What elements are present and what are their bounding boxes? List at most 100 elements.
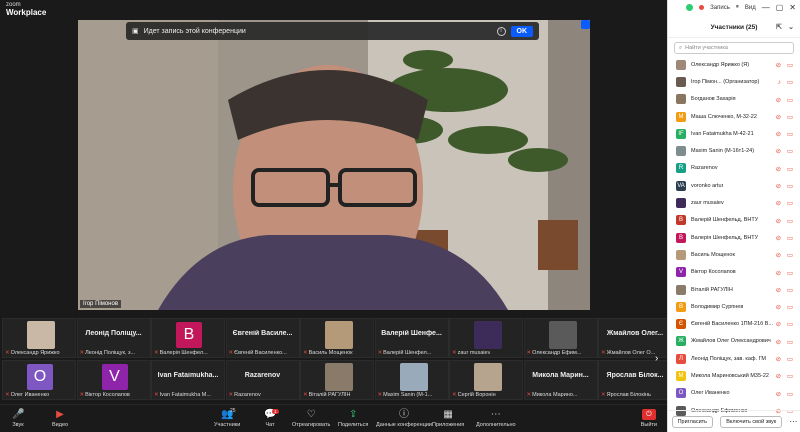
gallery-tile[interactable]: Леонід Поліщу... ✕Леонід Поліщук, з...	[76, 318, 151, 358]
participant-name: Олександр Ярижко (Я)	[691, 61, 750, 68]
share-button[interactable]: ⇪ Поделиться	[338, 409, 368, 428]
recording-label: Запись	[710, 4, 730, 11]
panel-header: Участники (25) ⇱ ⌄	[668, 18, 800, 38]
participant-row[interactable]: Л Леонід Поліщук, зав. каф. ГМ ⊘ ▭	[668, 350, 800, 367]
participant-avatar: R	[676, 163, 686, 174]
gallery-tile[interactable]: Ярослав Білок... ✕Ярослав Білокінь	[598, 360, 672, 400]
participant-search-input[interactable]: ⌕ Найти участника	[674, 42, 794, 54]
gallery-tile[interactable]: ✕Сергій Воронін	[449, 360, 523, 400]
participant-row[interactable]: М Микола Мариновський М35-22 ⊘ ▭	[668, 367, 800, 384]
meeting-info-button[interactable]: ⓘ Данные конференции	[376, 409, 432, 428]
chevron-down-icon[interactable]: ⌄	[788, 23, 794, 31]
participant-avatar: V	[101, 364, 128, 390]
participant-row[interactable]: Ж Жмайлов Олег Олександрович ⊘ ▭	[668, 333, 800, 350]
gallery-tile[interactable]: ✕Maxim Sanin (М-1...	[374, 360, 449, 400]
mic-camera-status-icon: ⊘ ▭	[775, 356, 795, 364]
gallery-tile[interactable]: Жмайлов Олег... ✕Жмайлов Олег О...	[598, 318, 672, 358]
participant-name: Олег Иваненко	[691, 390, 730, 397]
unmute-self-button[interactable]: Включить свой звук	[720, 415, 783, 428]
close-window-icon[interactable]: ✕	[789, 3, 796, 12]
react-button[interactable]: ♡ Отреагировать	[292, 409, 330, 428]
participant-name: Razarenov	[691, 165, 718, 172]
tile-name: Жмайлов Олег О...	[606, 350, 656, 356]
participant-row[interactable]: Василь Мощенок ⊘ ▭	[668, 246, 800, 263]
main-video[interactable]: Ігор Пімонов	[78, 20, 590, 310]
participant-row[interactable]: В Валерій Шенфельд, ВНТУ ⊘ ▭	[668, 212, 800, 229]
recording-ok-button[interactable]: OK	[510, 25, 533, 37]
participant-row[interactable]: zaur musaiev ⊘ ▭	[668, 194, 800, 211]
participant-row[interactable]: Є Євгеній Василенко 1ПМ-21б В... ⊘ ▭	[668, 315, 800, 332]
apps-button[interactable]: ▦ Приложения	[432, 409, 464, 428]
maximize-icon[interactable]: ▢	[776, 3, 784, 12]
participant-row[interactable]: В Валерія Шенфельд, ВНТУ ⊘ ▭	[668, 229, 800, 246]
participant-name: Валерій Шенфельд, ВНТУ	[691, 217, 759, 224]
participant-display-name: Євгеній Василе...	[232, 330, 293, 337]
participant-row[interactable]: VA voronko artur ⊘ ▭	[668, 177, 800, 194]
view-label[interactable]: Вид	[745, 5, 756, 11]
info-icon[interactable]: i	[496, 26, 506, 36]
leave-button[interactable]: ⏻ Выйти	[641, 409, 657, 428]
gallery-tile[interactable]: V ✕Віктор Косолапов	[76, 360, 151, 400]
gallery-tile[interactable]: ✕Олександр Ефим...	[523, 318, 598, 358]
mic-muted-icon: ✕	[601, 392, 606, 398]
gallery-tile[interactable]: Ivan Fataimukha... ✕Ivan Fataimukha M...	[151, 360, 225, 400]
participant-row[interactable]: Ігор Пімон... (Организатор) ♪ ▭	[668, 73, 800, 90]
more-options-icon[interactable]: ⋯	[789, 417, 797, 426]
video-button[interactable]: ▶ Видео	[52, 409, 68, 428]
gallery-tile[interactable]: О ✕Олег Иваненко	[2, 360, 76, 400]
pause-icon[interactable]: ⏸	[736, 4, 739, 11]
participants-button[interactable]: 👥 25 Участники	[214, 408, 240, 428]
search-placeholder: Найти участника	[685, 45, 728, 51]
participant-row[interactable]: О Олег Иваненко ⊘ ▭	[668, 385, 800, 402]
participant-row[interactable]: V Віктор Косолапов ⊘ ▭	[668, 264, 800, 281]
gallery-tile[interactable]: ✕zaur musaiev	[449, 318, 523, 358]
mic-camera-status-icon: ⊘ ▭	[775, 338, 795, 346]
participant-avatar	[676, 59, 686, 70]
gallery-tile[interactable]: Євгеній Василе... ✕Євгеній Василенко...	[225, 318, 300, 358]
gallery-tile[interactable]: ✕Олександр Ярижко	[2, 318, 76, 358]
participant-row[interactable]: Maxim Sanin (М-16т1-24) ⊘ ▭	[668, 142, 800, 159]
participant-row[interactable]: Віталій РАГУЛІН ⊘ ▭	[668, 281, 800, 298]
chat-button[interactable]: 💬 1 Чат	[264, 409, 279, 428]
tile-name-tag: ✕Сергій Воронін	[452, 392, 496, 398]
tile-name: Валерія Шенфел...	[159, 350, 208, 356]
zoom-window: zoom Workplace Ігор Пімонов ▣ Идет запис…	[0, 0, 800, 432]
gallery-tile[interactable]: Валерій Шенфе... ✕Валерій Шенфел...	[374, 318, 449, 358]
mic-muted-icon: ✕	[154, 392, 159, 398]
mic-muted-icon: ✕	[303, 350, 308, 356]
participant-avatar: В	[176, 322, 202, 348]
participant-row[interactable]: IF Ivan Fataimukha M-42-21 ⊘ ▭	[668, 125, 800, 142]
participant-name: Богданов Захарія	[691, 96, 736, 103]
participant-row[interactable]: Олександр Ярижко (Я) ⊘ ▭	[668, 56, 800, 73]
participant-avatar: IF	[676, 128, 686, 139]
more-button[interactable]: ⋯ Дополнительно	[476, 409, 516, 428]
popout-icon[interactable]: ⇱	[776, 23, 782, 31]
gallery-tile[interactable]: В ✕Валерія Шенфел...	[151, 318, 225, 358]
participant-row[interactable]: R Razarenov ⊘ ▭	[668, 160, 800, 177]
tile-name: Ivan Fataimukha M...	[159, 392, 211, 398]
participants-count: 25	[230, 408, 236, 414]
participant-name: Леонід Поліщук, зав. каф. ГМ	[691, 355, 767, 362]
participant-avatar: М	[676, 370, 686, 381]
tile-name-tag: ✕Жмайлов Олег О...	[601, 350, 655, 356]
participant-name: Володимир Сурпнев	[691, 303, 744, 310]
mic-camera-status-icon: ⊘ ▭	[775, 148, 795, 156]
participant-row[interactable]: В Володимир Сурпнев ⊘ ▭	[668, 298, 800, 315]
invite-button[interactable]: Пригласить	[671, 415, 714, 428]
mic-muted-icon: ✕	[303, 392, 308, 398]
more-label: Дополнительно	[476, 422, 516, 428]
audio-button[interactable]: 🎤 Звук	[12, 409, 24, 428]
mic-camera-status-icon: ⊘ ▭	[775, 200, 795, 208]
gallery-next-icon[interactable]: ›	[655, 353, 658, 364]
mic-muted-icon: 🎤	[12, 409, 25, 420]
expand-video-button[interactable]	[581, 20, 590, 29]
participant-avatar: VA	[676, 180, 686, 191]
participant-row[interactable]: M Маша Слюченко, М-32-22 ⊘ ▭	[668, 108, 800, 125]
gallery-tile[interactable]: Razarenov ✕Razarenov	[225, 360, 300, 400]
gallery-tile[interactable]: Микола Марин... ✕Микола Марино...	[523, 360, 598, 400]
gallery-tile[interactable]: ✕Василь Мощенок	[300, 318, 374, 358]
minimize-icon[interactable]: —	[762, 3, 770, 12]
gallery-tile[interactable]: ✕Віталій РАГУЛІН	[300, 360, 374, 400]
participant-row[interactable]: Богданов Захарія ⊘ ▭	[668, 91, 800, 108]
mic-muted-icon: ✕	[377, 350, 383, 356]
